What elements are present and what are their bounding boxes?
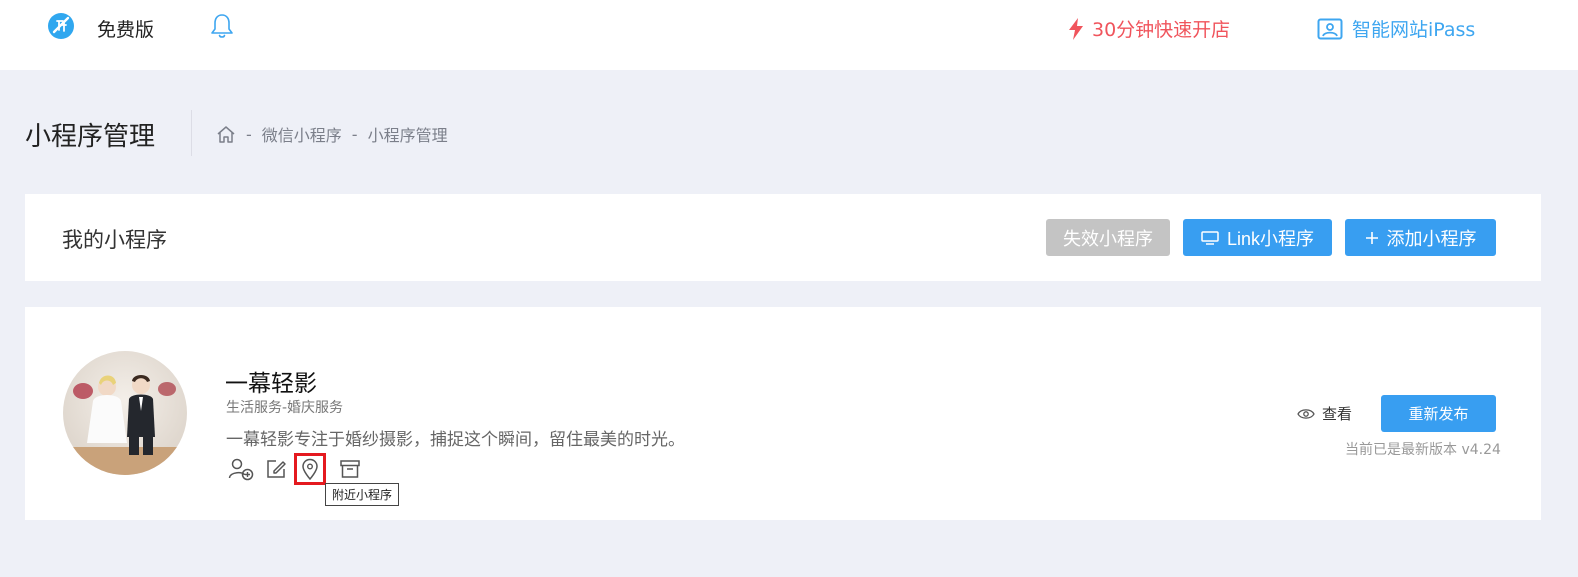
version-note: 当前已是最新版本 v4.24 [1345,442,1501,458]
quick-open-store-link[interactable]: 30分钟快速开店 [1068,15,1230,42]
link-miniprogram-label: Link小程序 [1226,228,1315,249]
app-description: 一幕轻影专注于婚纱摄影，捕捉这个瞬间，留住最美的时光。 [226,430,685,450]
miniprogram-card: 一幕轻影 生活服务-婚庆服务 一幕轻影专注于婚纱摄影，捕捉这个瞬间，留住最美的时… [25,307,1541,520]
monitor-icon [1201,230,1219,245]
plus-icon [1365,231,1378,244]
nearby-miniprogram-tooltip: 附近小程序 [325,483,400,506]
view-link[interactable]: 查看 [1297,403,1352,424]
breadcrumb-separator: - [246,124,252,144]
edition-logo-icon [48,13,74,39]
lightning-icon [1069,17,1083,40]
quick-open-store-label: 30分钟快速开店 [1092,19,1231,41]
header-divider [191,110,192,156]
ipass-icon [1317,18,1343,39]
ipass-link[interactable]: 智能网站iPass [1317,15,1475,42]
top-bar: 免费版 30分钟快速开店 智能网站iPass [0,0,1578,70]
archive-box-icon[interactable] [334,453,366,485]
link-miniprogram-button[interactable]: Link小程序 [1183,219,1332,256]
add-miniprogram-button[interactable]: 添加小程序 [1345,219,1496,256]
breadcrumb-separator: - [351,124,358,144]
view-label: 查看 [1322,405,1353,423]
eye-icon [1297,408,1315,419]
add-miniprogram-label: 添加小程序 [1386,228,1477,249]
republish-button[interactable]: 重新发布 [1381,395,1496,432]
home-icon[interactable] [216,125,236,144]
edit-icon[interactable] [260,453,292,485]
breadcrumb: - 微信小程序 - 小程序管理 [216,122,448,146]
section-title: 我的小程序 [62,228,167,252]
app-avatar [63,351,187,475]
app-category: 生活服务-婚庆服务 [226,400,344,416]
location-pin-icon[interactable] [294,453,326,485]
breadcrumb-item-wechat-miniprogram[interactable]: 微信小程序 [262,122,342,146]
breadcrumb-item-current: 小程序管理 [367,126,448,145]
bell-icon[interactable] [209,12,235,40]
my-miniprograms-panel: 我的小程序 失效小程序 Link小程序 添加小程序 [25,194,1541,281]
invalid-miniprograms-button[interactable]: 失效小程序 [1046,219,1170,256]
app-name: 一幕轻影 [225,371,317,397]
page-title: 小程序管理 [25,122,156,152]
plan-label: 免费版 [97,19,155,41]
invalid-miniprograms-label: 失效小程序 [1063,228,1153,249]
add-member-icon[interactable] [225,453,257,485]
ipass-label: 智能网站iPass [1352,19,1476,41]
